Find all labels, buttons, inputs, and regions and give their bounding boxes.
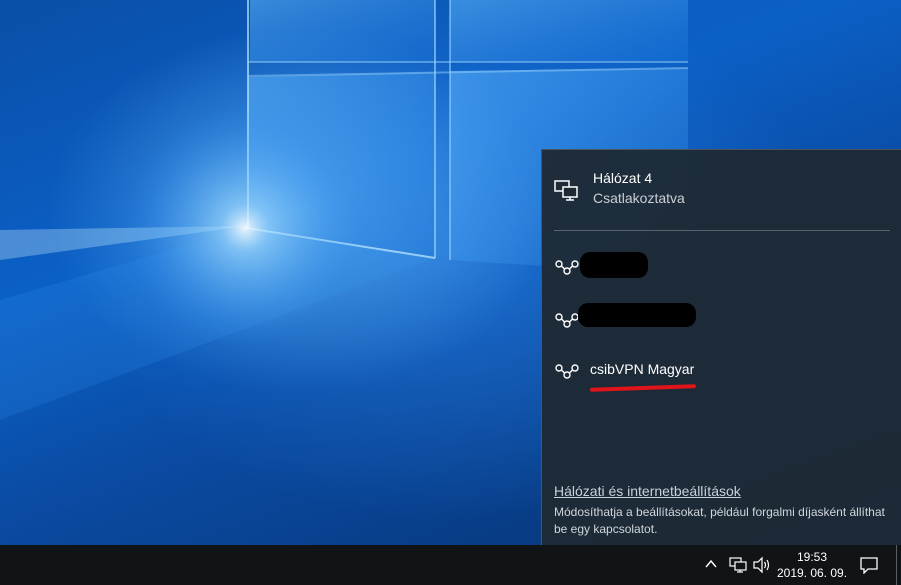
highlight-underline: [589, 384, 697, 392]
network-settings-link[interactable]: Hálózati és internetbeállítások: [554, 483, 741, 499]
action-center-icon[interactable]: [859, 556, 879, 579]
network-flyout: Hálózat 4 Csatlakoztatva csibVPN Magyar …: [541, 149, 901, 545]
chevron-up-icon[interactable]: [704, 557, 718, 576]
ethernet-icon: [554, 179, 580, 206]
vpn-connection-item[interactable]: [542, 244, 901, 290]
vpn-icon: [554, 362, 580, 385]
network-status: Csatlakoztatva: [593, 190, 685, 206]
clock-date: 2019. 06. 09.: [776, 566, 848, 580]
vpn-connection-label: csibVPN Magyar: [590, 361, 695, 377]
desktop-screen: Hálózat 4 Csatlakoztatva csibVPN Magyar …: [0, 0, 901, 585]
redaction-mark: [580, 252, 648, 278]
taskbar-clock[interactable]: 19:53 2019. 06. 09.: [774, 549, 850, 581]
vpn-icon: [554, 311, 580, 334]
redaction-mark: [578, 303, 696, 327]
show-desktop-button[interactable]: [896, 545, 897, 585]
taskbar: 19:53 2019. 06. 09.: [0, 545, 901, 585]
vpn-icon: [554, 258, 580, 281]
network-name: Hálózat 4: [593, 170, 653, 186]
clock-time: 19:53: [796, 550, 828, 564]
network-connection-item[interactable]: Hálózat 4 Csatlakoztatva: [542, 150, 901, 230]
vpn-connection-item[interactable]: [542, 297, 901, 343]
network-icon[interactable]: [729, 557, 747, 578]
vpn-connection-item-csibvpn[interactable]: csibVPN Magyar: [542, 348, 901, 394]
volume-icon[interactable]: [752, 556, 772, 579]
network-settings-description: Módosíthatja a beállításokat, például fo…: [554, 505, 885, 536]
flyout-divider: [554, 230, 890, 231]
